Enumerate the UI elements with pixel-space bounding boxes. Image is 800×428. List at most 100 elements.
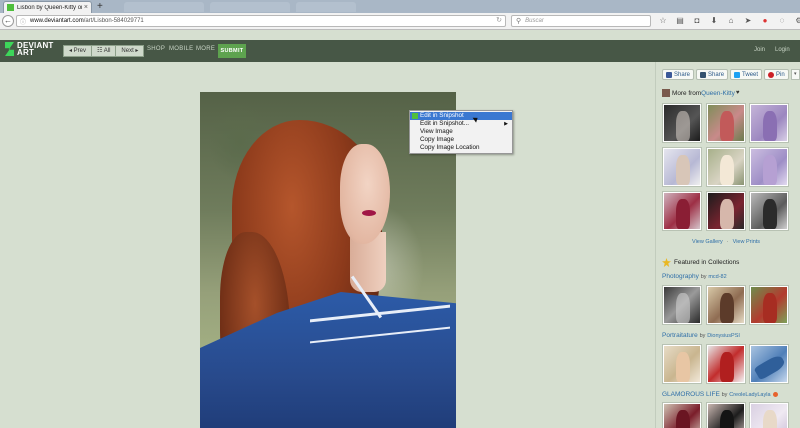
share-more-chevron-icon[interactable]: ▾: [790, 69, 800, 80]
login-link[interactable]: Login: [775, 47, 790, 53]
gallery-thumbnail[interactable]: [707, 104, 745, 142]
more-from-title: More from Queen-Kitty ♥: [662, 89, 739, 97]
collection-name-link[interactable]: Photography: [662, 273, 699, 280]
photo-face: [340, 144, 390, 244]
browser-tab-active[interactable]: Lisbon by Queen-Kitty on ... ×: [3, 1, 92, 13]
deviantart-logo[interactable]: DEVIANT ART: [5, 42, 54, 57]
browser-navbar: ← ⓘ www.deviantart.com/art/Lisbon-584029…: [0, 13, 800, 30]
adblock-icon[interactable]: ●: [760, 16, 770, 26]
collection-user-link[interactable]: CreoleLadyLayla: [729, 392, 770, 398]
collection-thumbnail[interactable]: [707, 286, 745, 324]
background-tab[interactable]: [296, 2, 356, 12]
photo-lips: [362, 210, 376, 216]
all-button[interactable]: ☷ All: [92, 45, 117, 57]
prev-button[interactable]: ◂ Prev: [63, 45, 93, 57]
back-arrow-icon[interactable]: ←: [2, 15, 14, 27]
collection-thumbnail[interactable]: [750, 403, 788, 428]
next-button[interactable]: Next ▸: [116, 45, 145, 57]
featured-title: Featured in Collections: [662, 258, 739, 267]
facebook-icon: [666, 71, 672, 78]
gallery-thumbnail[interactable]: [663, 192, 701, 230]
pinterest-icon: [768, 71, 775, 78]
share-label: Share: [708, 71, 725, 78]
ctx-view-image[interactable]: View Image: [410, 128, 512, 136]
ctx-edit-in-snipshot-submenu[interactable]: Edit in Snipshot... ▶: [410, 120, 512, 128]
nav-more[interactable]: MORE: [196, 46, 215, 52]
extension-icon[interactable]: ⚙: [794, 16, 800, 26]
twitter-share-button[interactable]: Tweet: [730, 69, 763, 80]
collection-thumbnail[interactable]: [663, 403, 701, 428]
nav-mobile[interactable]: MOBILE: [169, 46, 193, 52]
avatar[interactable]: [662, 89, 670, 97]
by-label: by: [721, 392, 728, 398]
ctx-item-label: Copy Image: [420, 136, 454, 143]
collection-title: Photography by mcd-82: [662, 273, 727, 280]
download-icon[interactable]: ⬇: [709, 16, 719, 26]
separator: ·: [726, 239, 729, 245]
background-tab[interactable]: [210, 2, 290, 12]
gallery-thumbnail[interactable]: [750, 148, 788, 186]
search-bar[interactable]: ⚲ Buscar: [511, 15, 651, 27]
collection-title: GLAMOROUS LIFE by CreoleLadyLayla: [662, 391, 779, 398]
tumblr-icon: [700, 71, 707, 78]
ctx-copy-image-location[interactable]: Copy Image Location: [410, 144, 512, 152]
collection-thumbnail[interactable]: [707, 345, 745, 383]
url-path: /art/Lisbon-584029771: [83, 18, 144, 24]
more-from-user-link[interactable]: Queen-Kitty: [701, 90, 735, 97]
reading-list-icon[interactable]: ▤: [675, 16, 685, 26]
tab-close-icon[interactable]: ×: [84, 4, 88, 11]
share-label: Share: [674, 71, 691, 78]
collection-thumbnail[interactable]: [707, 403, 745, 428]
collection-name-link[interactable]: GLAMOROUS LIFE: [662, 391, 720, 398]
reload-icon[interactable]: ↻: [496, 16, 502, 26]
heart-icon: ♥: [735, 90, 740, 96]
share-label: Pin: [776, 71, 785, 78]
pager-group: ◂ Prev ☷ All Next ▸: [63, 45, 145, 57]
collection-thumbnail[interactable]: [750, 286, 788, 324]
gallery-thumbnail[interactable]: [707, 192, 745, 230]
collection-thumbnail[interactable]: [663, 345, 701, 383]
facebook-share-button[interactable]: Share: [662, 69, 695, 80]
home-icon[interactable]: ⌂: [726, 16, 736, 26]
pocket-icon[interactable]: ◘: [692, 16, 702, 26]
collection-name-link[interactable]: Portraitature: [662, 332, 698, 339]
ctx-edit-in-snipshot[interactable]: Edit in Snipshot: [410, 112, 512, 120]
share-row: Share Share Tweet Pin ▾: [662, 69, 800, 80]
gallery-thumbnail[interactable]: [663, 148, 701, 186]
ctx-item-label: Copy Image Location: [420, 144, 480, 151]
gallery-thumbnail[interactable]: [750, 104, 788, 142]
ctx-item-label: View Image: [420, 128, 453, 135]
view-gallery-link[interactable]: View Gallery: [692, 239, 723, 245]
ctx-item-label: Edit in Snipshot...: [420, 120, 470, 127]
search-icon: ⚲: [516, 18, 522, 25]
nav-shop[interactable]: SHOP: [147, 46, 165, 52]
chat-icon[interactable]: ◌: [777, 16, 787, 26]
ctx-copy-image[interactable]: Copy Image: [410, 136, 512, 144]
collection-user-link[interactable]: DionysiusPSI: [707, 333, 740, 339]
star-bookmark-icon[interactable]: ☆: [658, 16, 668, 26]
collection-thumbnail[interactable]: [750, 345, 788, 383]
tumblr-share-button[interactable]: Share: [696, 69, 729, 80]
by-label: by: [700, 274, 707, 280]
logo-text: DEVIANT ART: [17, 42, 54, 57]
collection-title: Portraitature by DionysiusPSI: [662, 332, 740, 339]
collection-user-link[interactable]: mcd-82: [708, 274, 726, 280]
gallery-thumbnail[interactable]: [707, 148, 745, 186]
address-bar[interactable]: ⓘ www.deviantart.com/art/Lisbon-58402977…: [16, 15, 506, 27]
join-link[interactable]: Join: [754, 47, 765, 53]
logo-line-2: ART: [17, 48, 35, 57]
new-tab-button[interactable]: +: [97, 0, 103, 13]
tab-title: Lisbon by Queen-Kitty on ...: [17, 4, 82, 11]
url-text: www.deviantart.com/art/Lisbon-584029771: [30, 18, 144, 24]
gallery-thumbnail[interactable]: [750, 192, 788, 230]
collection-thumbnail[interactable]: [663, 286, 701, 324]
deviantart-favicon-icon: [7, 4, 14, 11]
send-icon[interactable]: ➤: [743, 16, 753, 26]
info-icon[interactable]: ⓘ: [20, 17, 26, 26]
background-tab[interactable]: [124, 2, 204, 12]
view-prints-link[interactable]: View Prints: [733, 239, 760, 245]
submit-button[interactable]: SUBMIT: [218, 44, 246, 58]
featured-title-text: Featured in Collections: [674, 259, 740, 266]
gallery-thumbnail[interactable]: [663, 104, 701, 142]
pinterest-share-button[interactable]: Pin: [764, 69, 789, 80]
